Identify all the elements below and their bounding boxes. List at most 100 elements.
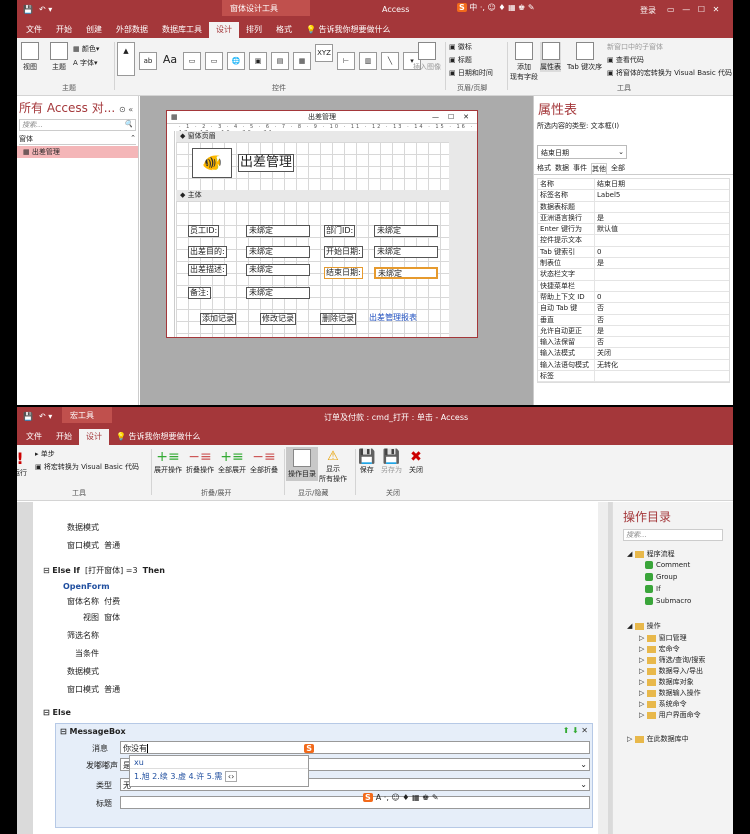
prop-tab-other[interactable]: 其他 — [591, 163, 607, 174]
collapse-all-button[interactable]: −≡ 全部折叠 — [250, 449, 278, 475]
vertical-scrollbar[interactable] — [598, 502, 608, 834]
textbox-purpose[interactable]: 未绑定 — [246, 246, 310, 258]
ime-candidate-window[interactable]: xu 1.旭 2.续 3.虚 4.许 5.需 ‹› S — [129, 744, 314, 787]
textbox-description[interactable]: 未绑定 — [246, 264, 310, 276]
save-icon[interactable]: 💾 — [23, 412, 33, 421]
fonts-button[interactable]: A 字体▾ — [73, 58, 98, 68]
label-dept-id[interactable]: 部门ID: — [324, 225, 356, 237]
new-window-subform[interactable]: 新窗口中的子窗体 — [607, 42, 663, 52]
ime-page-arrows[interactable]: ‹› — [224, 771, 238, 782]
catalog-op-filter[interactable]: ▷ 筛选/查询/搜索 — [639, 655, 705, 665]
tab-home[interactable]: 开始 — [49, 429, 79, 445]
openform-action[interactable]: OpenForm — [63, 582, 110, 591]
nav-search-input[interactable]: 搜索... 🔍 — [19, 119, 136, 131]
message-input[interactable]: 你没有 — [120, 741, 590, 754]
tab-arrange[interactable]: 排列 — [239, 22, 269, 38]
label-employee-id[interactable]: 员工ID: — [188, 225, 220, 237]
undo-icon[interactable]: ↶ ▾ — [39, 412, 52, 421]
save-button[interactable]: 💾 保存 — [358, 449, 375, 475]
edit-record-button[interactable]: 修改记录 — [260, 313, 296, 325]
textbox-control-icon[interactable]: ab — [139, 52, 157, 70]
property-row[interactable]: 垂直否 — [538, 314, 729, 326]
report-link[interactable]: 出差管理报表 — [368, 313, 418, 325]
hyperlink-control-icon[interactable]: 🌐 — [227, 52, 245, 70]
datetime-button[interactable]: ▣ 日期和时间 — [449, 68, 493, 78]
run-button[interactable]: !运行 — [17, 449, 27, 478]
property-value[interactable]: 结束日期 — [595, 179, 729, 189]
theme-button[interactable]: 主题 — [50, 42, 68, 72]
action-catalog-button[interactable]: 操作目录 — [286, 447, 318, 481]
navigation-control-icon[interactable]: ▤ — [271, 52, 289, 70]
save-as-button[interactable]: 💾 另存为 — [381, 449, 402, 475]
view-code-button[interactable]: ▣ 查看代码 — [607, 55, 644, 65]
property-value[interactable] — [595, 269, 729, 279]
line-control-icon[interactable]: ╲ — [381, 52, 399, 70]
else-block[interactable]: ⊟ Else — [43, 708, 71, 717]
property-value[interactable]: 0 — [595, 247, 729, 257]
tab-external[interactable]: 外部数据 — [109, 22, 155, 38]
option-group-icon[interactable]: ▦ — [293, 52, 311, 70]
collapse-actions-button[interactable]: −≡ 折叠操作 — [186, 449, 214, 475]
catalog-item-if[interactable]: If — [645, 585, 661, 593]
label-control-icon[interactable]: Aa — [161, 52, 179, 70]
property-value[interactable]: 是 — [595, 213, 729, 223]
property-value[interactable] — [595, 371, 729, 381]
prop-tab-format[interactable]: 格式 — [537, 163, 551, 174]
property-row[interactable]: 数据表标题 — [538, 201, 729, 213]
label-description[interactable]: 出差描述: — [188, 264, 227, 276]
property-row[interactable]: 标签 — [538, 371, 729, 383]
select-icon[interactable]: ▲ — [117, 42, 135, 76]
catalog-item-comment[interactable]: Comment — [645, 561, 690, 569]
show-all-actions-button[interactable]: ⚠ 显示 所有操作 — [319, 449, 347, 484]
textbox-dept-id[interactable]: 未绑定 — [374, 225, 438, 237]
catalog-in-database[interactable]: ▷ 在此数据库中 — [627, 734, 689, 744]
property-row[interactable]: 自动 Tab 键否 — [538, 303, 729, 315]
button-control-icon[interactable]: ▭ — [183, 52, 201, 70]
form-header-band[interactable]: ◆ 窗体页眉 — [176, 131, 449, 142]
catalog-op-system[interactable]: ▷ 系统命令 — [639, 699, 687, 709]
tell-me[interactable]: 💡 告诉我你想要做什么 — [299, 22, 398, 38]
property-row[interactable]: 输入法语句模式 无转化 — [538, 359, 729, 372]
tab-file[interactable]: 文件 — [19, 429, 49, 445]
label-end-date[interactable]: 结束日期: — [324, 267, 363, 279]
form-scrollbar[interactable] — [449, 131, 477, 337]
insert-image-button[interactable]: 插入图像 — [413, 42, 441, 72]
label-start-date[interactable]: 开始日期: — [324, 246, 363, 258]
property-row[interactable]: 名称 结束日期 — [538, 179, 729, 191]
window-controls[interactable]: ▭ — ☐ ✕ — [667, 5, 719, 14]
single-step-button[interactable]: ▸ 单步 — [35, 449, 55, 459]
close-button[interactable]: ✖ 关闭 — [409, 449, 423, 475]
label-purpose[interactable]: 出差目的: — [188, 246, 227, 258]
tab-file[interactable]: 文件 — [19, 22, 49, 38]
property-row[interactable]: Tab 键索引 0 — [538, 246, 729, 259]
catalog-op-ui[interactable]: ▷ 用户界面命令 — [639, 710, 701, 720]
property-value[interactable]: 无转化 — [595, 360, 729, 370]
colors-button[interactable]: ▦ 颜色▾ — [73, 44, 99, 54]
add-fields-button[interactable]: 添加 现有字段 — [509, 42, 539, 82]
tab-design[interactable]: 设计 — [209, 22, 239, 38]
prop-tab-data[interactable]: 数据 — [555, 163, 569, 174]
tab-control-icon[interactable]: ▭ — [205, 52, 223, 70]
label-notes[interactable]: 备注: — [188, 287, 211, 299]
add-record-button[interactable]: 添加记录 — [200, 313, 236, 325]
property-value[interactable] — [595, 235, 729, 245]
expand-actions-button[interactable]: +≡ 展开操作 — [154, 449, 182, 475]
save-icon[interactable]: 💾 — [23, 5, 33, 14]
expand-all-button[interactable]: +≡ 全部展开 — [218, 449, 246, 475]
property-value[interactable]: 默认值 — [595, 224, 729, 234]
property-value[interactable]: 0 — [595, 292, 729, 302]
tab-format[interactable]: 格式 — [269, 22, 299, 38]
catalog-op-window[interactable]: ▷ 窗口管理 — [639, 633, 687, 643]
view-button[interactable]: 视图 — [21, 42, 39, 72]
tab-create[interactable]: 创建 — [79, 22, 109, 38]
chart-control-icon[interactable]: ▥ — [359, 52, 377, 70]
logo-button[interactable]: ▣ 徽标 — [449, 42, 472, 52]
property-value[interactable]: 是 — [595, 258, 729, 268]
nav-section-forms[interactable]: 窗体 ⌃ — [19, 134, 136, 145]
property-value[interactable]: 否 — [595, 315, 729, 325]
tab-dbtools[interactable]: 数据库工具 — [155, 22, 209, 38]
property-value[interactable]: 关闭 — [595, 348, 729, 358]
catalog-program-flow[interactable]: ◢ 程序流程 — [627, 549, 675, 559]
login-link[interactable]: 登录 — [640, 5, 656, 16]
catalog-op-import[interactable]: ▷ 数据导入/导出 — [639, 666, 703, 676]
